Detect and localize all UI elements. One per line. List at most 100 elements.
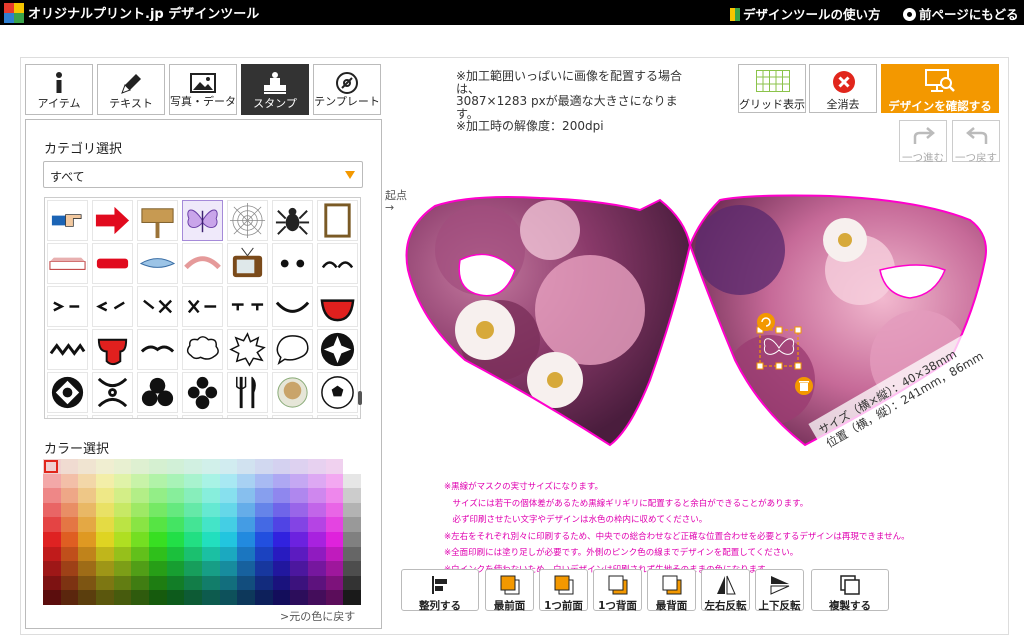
color-swatch[interactable]	[308, 532, 327, 548]
stamp-grid[interactable]	[44, 197, 361, 419]
color-swatch[interactable]	[325, 546, 344, 562]
soccer-ball-stamp[interactable]	[317, 372, 358, 413]
color-swatch[interactable]	[237, 517, 256, 533]
tab-item[interactable]: アイテム	[25, 64, 93, 115]
color-swatch[interactable]	[272, 459, 291, 475]
color-swatch[interactable]	[219, 459, 238, 475]
color-swatch[interactable]	[237, 546, 256, 562]
blue-ribbon-stamp[interactable]	[137, 243, 178, 284]
color-swatch[interactable]	[78, 590, 97, 606]
color-swatch[interactable]	[237, 561, 256, 577]
mustache-stamp[interactable]	[137, 329, 178, 370]
eyes-2-stamp[interactable]	[92, 286, 133, 327]
partial-stamp[interactable]	[272, 415, 313, 418]
color-swatch[interactable]	[272, 473, 291, 489]
family-crest-1-stamp[interactable]	[47, 372, 88, 413]
color-swatch[interactable]	[343, 561, 362, 577]
color-swatch[interactable]	[237, 590, 256, 606]
color-swatch[interactable]	[255, 546, 274, 562]
color-swatch[interactable]	[325, 473, 344, 489]
open-mouth-stamp[interactable]	[317, 286, 358, 327]
tab-template[interactable]: テンプレート	[313, 64, 381, 115]
color-swatch[interactable]	[166, 575, 185, 591]
color-swatch[interactable]	[166, 473, 185, 489]
color-swatch[interactable]	[149, 502, 168, 518]
butterfly-stamp[interactable]	[182, 200, 223, 241]
redo-button[interactable]: 一つ進む	[899, 120, 947, 164]
color-swatch[interactable]	[308, 459, 327, 475]
red-arrow-stamp[interactable]	[92, 200, 133, 241]
color-swatch[interactable]	[131, 546, 150, 562]
mask-canvas[interactable]: サイズ（横×縦）：40×38mm 位置（横，縦）：241mm，86mm	[390, 190, 1010, 460]
color-swatch[interactable]	[96, 459, 115, 475]
color-swatch[interactable]	[113, 502, 132, 518]
color-swatch[interactable]	[290, 488, 309, 504]
family-crest-4-stamp[interactable]	[182, 372, 223, 413]
color-swatch[interactable]	[290, 473, 309, 489]
ribbon-banner-stamp[interactable]	[47, 243, 88, 284]
color-swatch[interactable]	[325, 502, 344, 518]
color-swatch[interactable]	[237, 532, 256, 548]
color-swatch[interactable]	[184, 502, 203, 518]
color-swatch[interactable]	[78, 502, 97, 518]
color-swatch[interactable]	[308, 517, 327, 533]
color-swatch[interactable]	[237, 459, 256, 475]
tab-text[interactable]: テキスト	[97, 64, 165, 115]
color-swatch[interactable]	[219, 517, 238, 533]
color-swatch[interactable]	[272, 502, 291, 518]
resize-handle[interactable]	[756, 362, 764, 370]
color-swatch[interactable]	[272, 561, 291, 577]
color-swatch[interactable]	[219, 546, 238, 562]
color-swatch[interactable]	[78, 561, 97, 577]
color-swatch[interactable]	[43, 546, 62, 562]
color-swatch[interactable]	[219, 473, 238, 489]
color-swatch[interactable]	[202, 590, 221, 606]
color-swatch[interactable]	[131, 590, 150, 606]
color-swatch[interactable]	[166, 517, 185, 533]
align-button[interactable]: 整列する	[401, 569, 479, 612]
color-swatch[interactable]	[290, 532, 309, 548]
color-swatch[interactable]	[308, 561, 327, 577]
color-swatch[interactable]	[96, 473, 115, 489]
color-swatch[interactable]	[78, 488, 97, 504]
color-swatch[interactable]	[325, 575, 344, 591]
eyes-5-stamp[interactable]	[227, 286, 268, 327]
resize-handle[interactable]	[775, 362, 783, 370]
color-swatch[interactable]	[202, 488, 221, 504]
frame-stamp[interactable]	[317, 200, 358, 241]
tab-stamp[interactable]: スタンプ	[241, 64, 309, 115]
color-swatch[interactable]	[325, 532, 344, 548]
color-swatch[interactable]	[60, 473, 79, 489]
color-swatch[interactable]	[131, 502, 150, 518]
color-swatch[interactable]	[60, 517, 79, 533]
color-swatch[interactable]	[219, 590, 238, 606]
color-swatch[interactable]	[43, 532, 62, 548]
color-swatch[interactable]	[219, 532, 238, 548]
duplicate-button[interactable]: 複製する	[811, 569, 889, 612]
bring-forward-button[interactable]: 1つ前面	[539, 569, 588, 612]
color-swatch[interactable]	[113, 488, 132, 504]
resize-handle[interactable]	[794, 326, 802, 334]
color-swatch[interactable]	[131, 473, 150, 489]
color-swatch[interactable]	[78, 473, 97, 489]
rotate-handle-icon[interactable]	[757, 313, 775, 331]
color-swatch[interactable]	[60, 561, 79, 577]
color-swatch[interactable]	[43, 575, 62, 591]
color-swatch[interactable]	[343, 590, 362, 606]
tongue-mouth-stamp[interactable]	[92, 329, 133, 370]
color-swatch[interactable]	[255, 590, 274, 606]
color-swatch[interactable]	[96, 561, 115, 577]
color-swatch[interactable]	[343, 546, 362, 562]
color-swatch[interactable]	[78, 575, 97, 591]
partial-stamp[interactable]	[92, 415, 133, 418]
color-swatch[interactable]	[149, 517, 168, 533]
color-swatch[interactable]	[43, 590, 62, 606]
color-swatch[interactable]	[202, 561, 221, 577]
color-swatch[interactable]	[43, 561, 62, 577]
retro-tv-stamp[interactable]	[227, 243, 268, 284]
color-swatch[interactable]	[149, 575, 168, 591]
color-swatch[interactable]	[78, 532, 97, 548]
partial-stamp[interactable]	[182, 415, 223, 418]
undo-button[interactable]: 一つ戻す	[952, 120, 1000, 164]
eyes-1-stamp[interactable]	[47, 286, 88, 327]
